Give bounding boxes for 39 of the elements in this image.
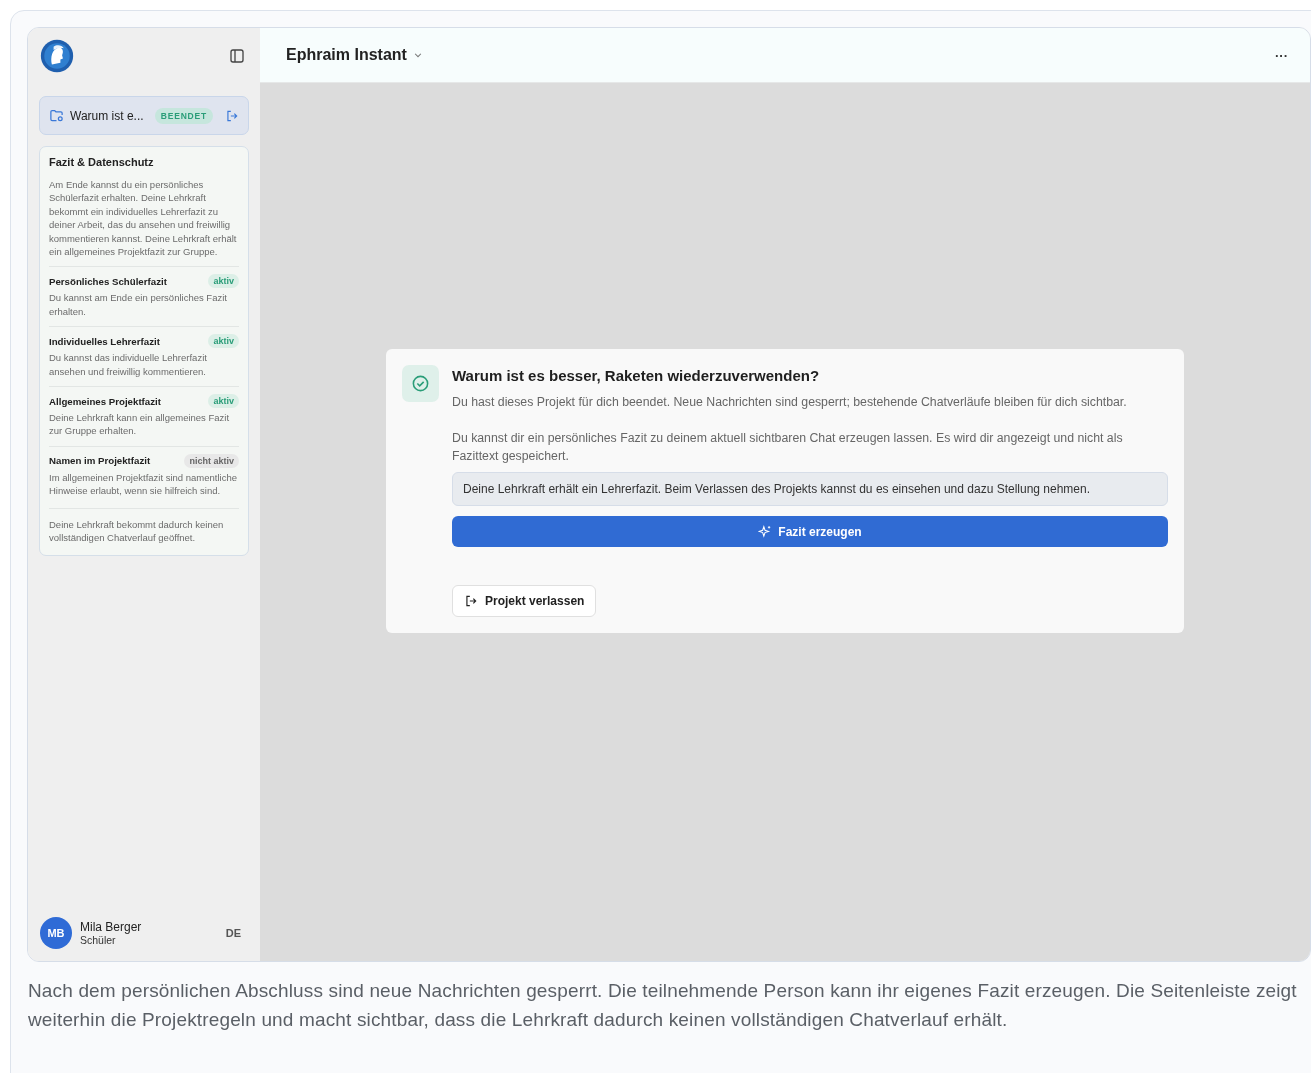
chevron-down-icon [412, 50, 423, 60]
folder-icon [49, 108, 64, 123]
rule-status-badge: aktiv [208, 394, 239, 409]
generate-summary-button[interactable]: Fazit erzeugen [452, 516, 1168, 547]
rule-status-badge: aktiv [208, 274, 239, 289]
rule-text: Im allgemeinen Projektfazit sind namentliche Hinweise erlaubt, wenn sie hilfreich sind. [49, 470, 238, 498]
rules-footer-text: Deine Lehrkraft bekommt dadurch keinen vollständigen Chatverlauf geöffnet. [49, 517, 225, 545]
rule-title: Persönliches Schülerfazit [49, 275, 167, 287]
user-name: Mila Berger [80, 920, 143, 934]
notice-text: Du hast dieses Projekt für dich beendet. Neue Nachrichten sind gesperrt; bestehende Chatverläufe bleiben für dich sichtbar. [452, 394, 1128, 411]
rule-text: Du kannst am Ende ein persönliches Fazit erhalten. [49, 291, 228, 319]
rule-title: Allgemeines Projektfazit [49, 395, 161, 407]
check-circle-icon [411, 374, 430, 393]
more-options-button[interactable]: ··· [1275, 47, 1288, 63]
user-avatar: MB [40, 917, 72, 949]
leave-project-button[interactable]: Projekt verlassen [452, 585, 597, 617]
info-box: Deine Lehrkraft erhält ein Lehrerfazit. Beim Verlassen des Projekts kannst du es einsehen und dazu Stellung nehmen. [452, 472, 1168, 506]
user-role: Schüler [80, 934, 117, 946]
project-title: Warum ist e... [70, 108, 145, 123]
rule-title: Individuelles Lehrerfazit [49, 335, 160, 347]
sidebar-toggle-icon[interactable] [229, 47, 245, 64]
language-button[interactable]: DE [225, 927, 241, 939]
notice-title: Warum ist es besser, Raketen wiederzuverwenden? [452, 367, 821, 384]
rule-status-badge: nicht aktiv [184, 453, 239, 468]
rule-text: Du kannst das individuelle Lehrerfazit ansehen und freiwillig kommentieren. [49, 351, 208, 379]
exit-icon[interactable] [225, 108, 239, 123]
caption-text: Nach dem persönlichen Abschluss sind neue Nachrichten gesperrt. Die teilnehmende Person kann ihr eigenes Fazit erzeugen. Die Seitenleiste zeigt weiterhin die Projektregeln und macht sichtbar, dass die Lehrkraft dadurch keinen vollständigen Chatverlauf erhält. [28, 979, 1298, 1032]
rules-title: Fazit & Datenschutz [49, 156, 155, 168]
rule-title: Namen im Projektfazit [49, 455, 151, 467]
rule-status-badge: aktiv [208, 334, 239, 349]
rules-text: Am Ende kannst du ein persönliches Schülerfazit erhalten. Deine Lehrkraft bekommt ein individuelles Lehrerfazit zu deiner Arbeit, das du ansehen und freiwillig kommentieren kannst. Deine Lehrkraft erhält ein allgemeines Projektfazit zur Gruppe. [49, 178, 238, 259]
notice-text: Du kannst dir ein persönliches Fazit zu deinem aktuell sichtbaren Chat erzeugen lassen. Es wird dir angezeigt und nicht als Fazittext gespeichert. [452, 430, 1124, 465]
rule-text: Deine Lehrkraft kann ein allgemeines Fazit zur Gruppe erhalten. [49, 411, 231, 438]
logo-icon [40, 38, 74, 73]
sparkles-icon [758, 524, 773, 539]
exit-icon [464, 594, 478, 608]
status-badge: BEENDET [154, 107, 213, 124]
model-selector[interactable]: Ephraim Instant [286, 46, 423, 64]
project-item[interactable]: Warum ist e... BEENDET [39, 96, 249, 135]
